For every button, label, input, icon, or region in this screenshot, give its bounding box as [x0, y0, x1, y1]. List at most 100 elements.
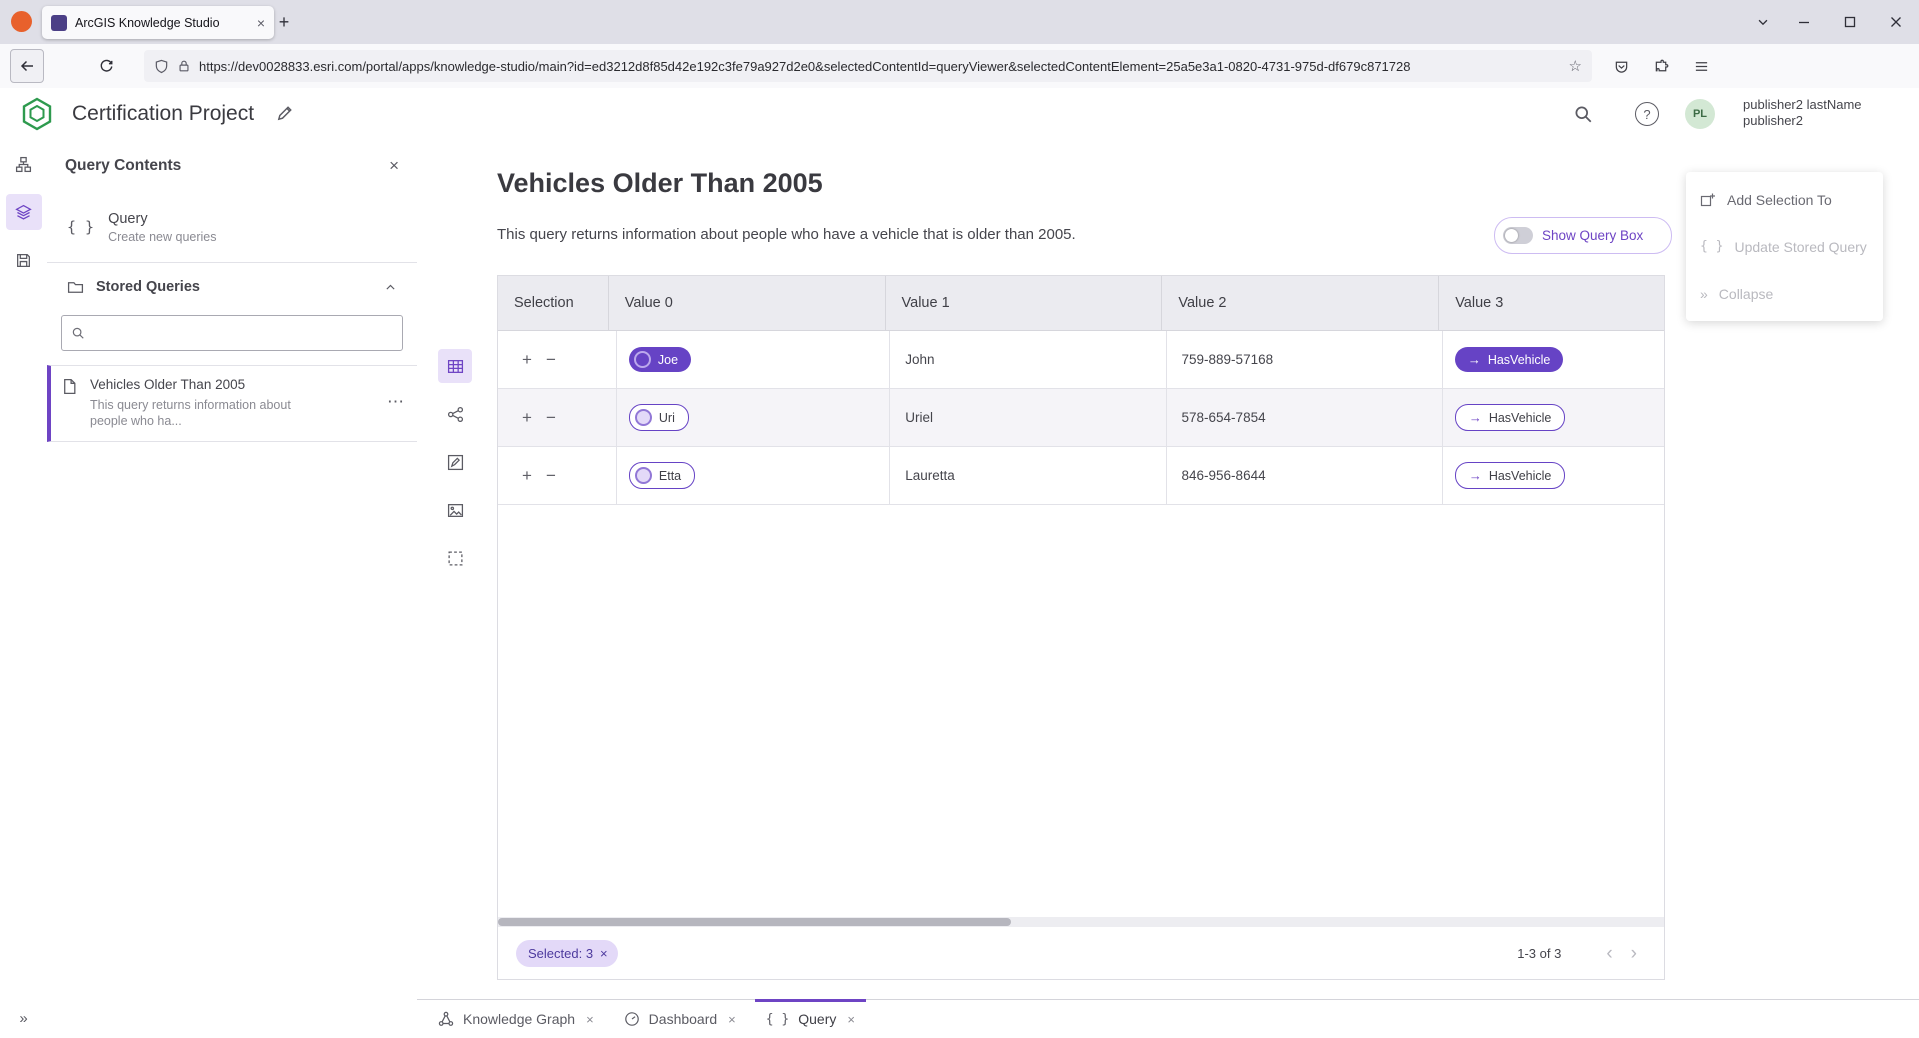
document-icon [61, 378, 78, 429]
help-icon[interactable]: ? [1631, 98, 1663, 130]
tab-close-icon[interactable]: × [257, 16, 265, 30]
link-chart-view-button[interactable] [438, 397, 472, 431]
relationship-pill[interactable]: → HasVehicle [1455, 347, 1564, 372]
extensions-puzzle-icon[interactable] [1646, 51, 1676, 81]
cell-phone: 759-889-57168 [1167, 331, 1443, 388]
browser-toolbar: https://dev0028833.esri.com/portal/apps/… [0, 44, 1919, 89]
next-page-button[interactable]: › [1622, 944, 1646, 963]
column-header-value0: Value 0 [609, 276, 886, 330]
url-text: https://dev0028833.esri.com/portal/apps/… [199, 59, 1561, 74]
query-title: Vehicles Older Than 2005 [497, 168, 823, 199]
stored-query-title: Vehicles Older Than 2005 [90, 377, 298, 392]
stored-query-item[interactable]: Vehicles Older Than 2005 This query retu… [47, 365, 417, 442]
table-row: + − Etta Lauretta 846-956-8644 → HasVehi… [498, 447, 1664, 505]
rail-item-data-model[interactable] [0, 140, 47, 188]
rail-item-layers[interactable] [0, 188, 47, 236]
remove-from-selection-button[interactable]: − [546, 467, 556, 484]
rail-item-save[interactable] [0, 236, 47, 284]
menu-item-collapse[interactable]: » Collapse [1686, 270, 1883, 317]
entity-pill[interactable]: Joe [629, 347, 691, 372]
panel-close-icon[interactable]: × [389, 156, 399, 176]
url-bar[interactable]: https://dev0028833.esri.com/portal/apps/… [144, 50, 1592, 82]
stored-queries-search-input[interactable] [92, 325, 393, 342]
tab-title: ArcGIS Knowledge Studio [75, 16, 249, 30]
stored-queries-search[interactable] [61, 315, 403, 351]
query-item-sublabel: Create new queries [108, 230, 216, 244]
item-more-options-icon[interactable]: ⋯ [387, 392, 405, 412]
menu-hamburger-icon[interactable] [1686, 51, 1716, 81]
table-view-button[interactable] [438, 349, 472, 383]
edit-title-pencil-icon[interactable] [276, 104, 294, 122]
chevron-up-icon[interactable] [384, 281, 397, 294]
expand-rail-button[interactable]: » [0, 1004, 47, 1032]
stored-queries-header[interactable]: Stored Queries [47, 263, 417, 311]
cell-name: Uriel [890, 389, 1166, 446]
tab-favicon-icon [51, 15, 67, 31]
new-query-item[interactable]: { } Query Create new queries [47, 192, 417, 263]
cell-phone: 846-956-8644 [1167, 447, 1443, 504]
table-row: + − Joe John 759-889-57168 → HasVehicle [498, 331, 1664, 389]
app-header: Certification Project ? PL publisher2 la… [0, 88, 1919, 141]
remove-from-selection-button[interactable]: − [546, 409, 556, 426]
dashboard-icon [624, 1011, 640, 1027]
selection-tools-button[interactable] [438, 541, 472, 575]
clear-selection-icon[interactable]: × [600, 946, 608, 961]
lock-icon[interactable] [177, 59, 191, 73]
list-tabs-icon[interactable] [1745, 6, 1781, 38]
window-maximize-button[interactable] [1827, 0, 1873, 44]
search-icon [71, 326, 85, 340]
braces-icon: { } [1700, 239, 1723, 254]
scrollbar-thumb[interactable] [498, 918, 1011, 926]
tab-close-icon[interactable]: × [847, 1012, 855, 1027]
new-tab-button[interactable]: + [270, 8, 298, 36]
add-to-selection-button[interactable]: + [522, 467, 532, 484]
selected-count-chip[interactable]: Selected: 3 × [516, 940, 618, 967]
remove-from-selection-button[interactable]: − [546, 351, 556, 368]
browser-tab-bar: ArcGIS Knowledge Studio × + [0, 0, 1919, 44]
knowledge-graph-icon [438, 1011, 454, 1027]
browser-tab[interactable]: ArcGIS Knowledge Studio × [42, 6, 274, 39]
pocket-save-icon[interactable] [1606, 51, 1636, 81]
arrow-right-icon: → [1469, 410, 1482, 425]
show-query-box-toggle[interactable]: Show Query Box [1494, 217, 1672, 254]
tab-close-icon[interactable]: × [586, 1012, 594, 1027]
back-button[interactable] [10, 49, 44, 83]
menu-item-add-selection-to[interactable]: Add Selection To [1686, 176, 1883, 223]
tab-query[interactable]: { } Query × [751, 1000, 870, 1038]
panel-title: Query Contents [65, 157, 389, 175]
reload-button[interactable] [90, 50, 122, 82]
user-avatar[interactable]: PL [1685, 99, 1715, 129]
entity-pill[interactable]: Uri [629, 404, 689, 431]
relationship-pill[interactable]: → HasVehicle [1455, 404, 1566, 431]
bookmark-star-icon[interactable]: ☆ [1569, 57, 1582, 75]
window-close-button[interactable] [1873, 0, 1919, 44]
tab-close-icon[interactable]: × [728, 1012, 736, 1027]
map-view-button[interactable] [438, 445, 472, 479]
add-to-selection-button[interactable]: + [522, 351, 532, 368]
save-icon [6, 242, 42, 278]
braces-icon: { } [67, 218, 94, 236]
folder-icon [67, 279, 84, 296]
window-minimize-button[interactable] [1781, 0, 1827, 44]
view-toolbar [438, 349, 472, 589]
add-to-selection-button[interactable]: + [522, 409, 532, 426]
previous-page-button[interactable]: ‹ [1597, 944, 1621, 963]
tracking-shield-icon[interactable] [154, 59, 169, 74]
tab-dashboard[interactable]: Dashboard × [609, 1000, 751, 1038]
menu-item-update-stored-query[interactable]: { } Update Stored Query [1686, 223, 1883, 270]
entity-pill[interactable]: Etta [629, 462, 695, 489]
column-header-value1: Value 1 [886, 276, 1163, 330]
tab-knowledge-graph[interactable]: Knowledge Graph × [423, 1000, 609, 1038]
firefox-icon[interactable] [11, 11, 32, 32]
arrow-right-icon: → [1469, 468, 1482, 483]
results-table: Selection Value 0 Value 1 Value 2 Value … [497, 275, 1665, 980]
toggle-switch [1503, 227, 1533, 244]
query-description: This query returns information about peo… [497, 226, 1076, 243]
column-header-selection: Selection [498, 276, 609, 330]
content-tab-bar: Knowledge Graph × Dashboard × { } Query … [417, 999, 1919, 1038]
horizontal-scrollbar[interactable] [498, 917, 1664, 927]
chart-view-button[interactable] [438, 493, 472, 527]
search-icon[interactable] [1567, 98, 1599, 130]
layers-icon [6, 194, 42, 230]
relationship-pill[interactable]: → HasVehicle [1455, 462, 1566, 489]
